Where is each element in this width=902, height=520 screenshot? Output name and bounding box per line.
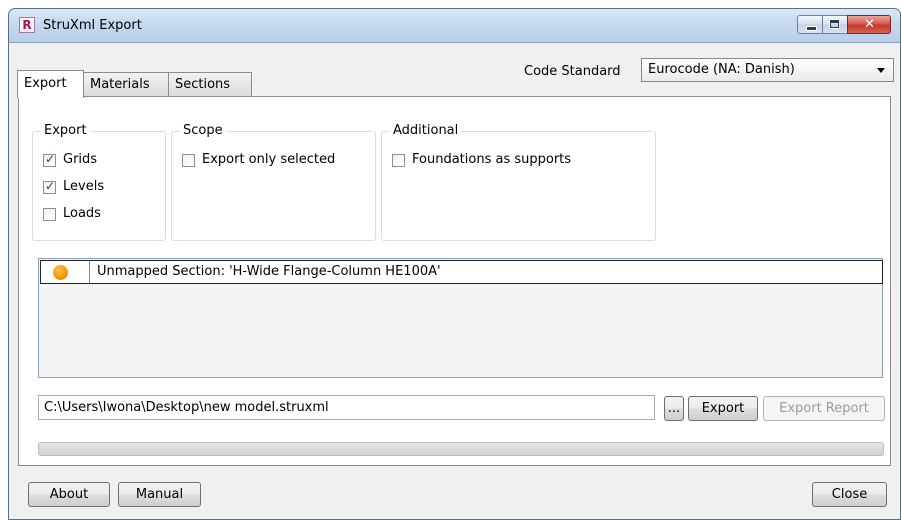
tab-export[interactable]: Export	[17, 70, 84, 98]
loads-label: Loads	[63, 206, 101, 221]
code-standard-select[interactable]: Eurocode (NA: Danish)	[641, 58, 894, 82]
foundations-as-supports-checkbox[interactable]	[392, 154, 405, 167]
window-title: StruXml Export	[43, 18, 142, 33]
checkmark-icon: ✓	[45, 179, 56, 193]
export-only-selected-label: Export only selected	[202, 152, 336, 167]
levels-checkbox[interactable]: ✓	[43, 179, 56, 194]
report-row[interactable]: Unmapped Section: 'H-Wide Flange-Column …	[40, 260, 883, 284]
checkmark-icon: ✓	[45, 152, 56, 166]
additional-group-title: Additional	[390, 123, 462, 138]
manual-button[interactable]: Manual	[118, 482, 201, 507]
export-only-selected-checkbox[interactable]	[182, 154, 195, 167]
minimize-icon	[806, 26, 817, 31]
additional-group: Additional Foundations as supports	[381, 123, 656, 241]
browse-button[interactable]: ...	[664, 396, 684, 421]
loads-checkbox[interactable]	[43, 208, 56, 221]
report-row-text: Unmapped Section: 'H-Wide Flange-Column …	[97, 264, 441, 279]
export-progress-bar	[38, 442, 884, 456]
maximize-icon	[829, 19, 840, 29]
chevron-down-icon	[877, 68, 885, 73]
code-standard-value: Eurocode (NA: Danish)	[648, 62, 795, 77]
tab-sections[interactable]: Sections	[168, 72, 252, 96]
file-path-input[interactable]: C:\Users\Iwona\Desktop\new model.struxml	[38, 395, 655, 420]
maximize-button[interactable]	[822, 15, 848, 34]
tab-export-label: Export	[24, 76, 67, 91]
revit-app-icon: R	[19, 17, 35, 33]
warning-status-icon	[53, 265, 68, 280]
scope-group: Scope Export only selected	[171, 123, 376, 241]
close-window-button[interactable]: ✕	[847, 15, 891, 34]
grids-checkbox[interactable]: ✓	[43, 152, 56, 167]
tab-materials[interactable]: Materials	[83, 72, 169, 96]
code-standard-label: Code Standard	[524, 64, 621, 79]
scope-group-title: Scope	[180, 123, 226, 138]
foundations-as-supports-label: Foundations as supports	[412, 152, 572, 167]
close-button[interactable]: Close	[812, 482, 887, 507]
close-icon: ✕	[864, 17, 875, 32]
export-report-list[interactable]: Unmapped Section: 'H-Wide Flange-Column …	[38, 258, 883, 378]
tab-materials-label: Materials	[90, 77, 150, 92]
column-divider	[89, 261, 90, 283]
grids-label: Grids	[63, 152, 98, 167]
export-button[interactable]: Export	[688, 396, 758, 421]
about-button[interactable]: About	[28, 482, 110, 507]
title-bar[interactable]: R StruXml Export ✕	[9, 9, 900, 42]
export-group: Export ✓ Grids ✓ Levels Loads	[32, 123, 166, 241]
tab-sections-label: Sections	[175, 77, 231, 92]
minimize-button[interactable]	[797, 15, 823, 34]
export-report-button[interactable]: Export Report	[763, 396, 885, 421]
export-group-title: Export	[41, 123, 90, 138]
levels-label: Levels	[63, 179, 105, 194]
